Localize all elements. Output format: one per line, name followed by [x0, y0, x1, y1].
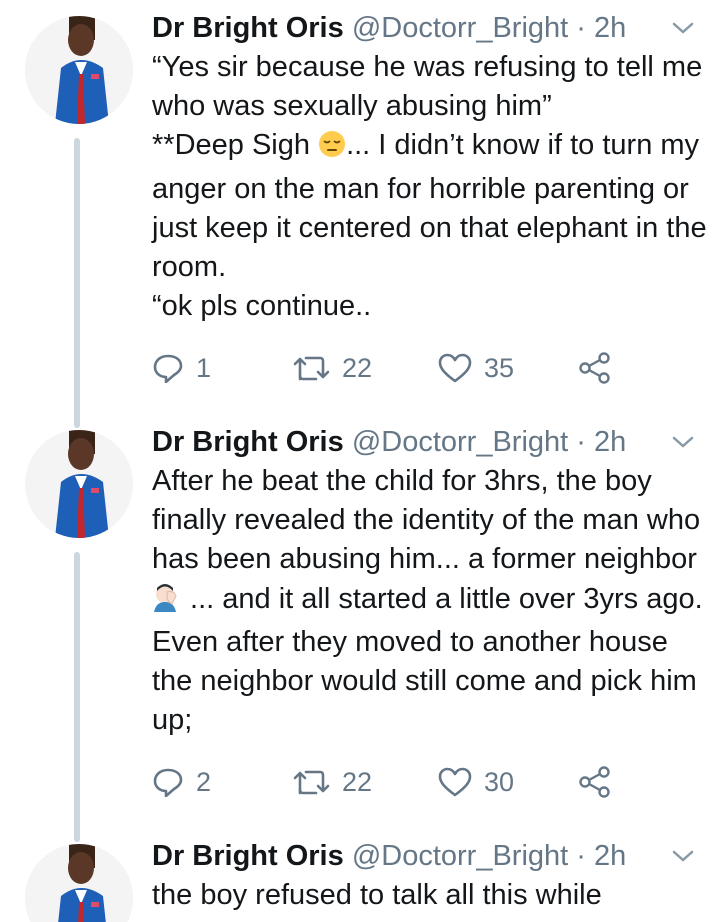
tweet[interactable]: Dr Bright Oris @Doctorr_Bright · 2h Afte…: [0, 422, 720, 822]
share-button[interactable]: [578, 348, 612, 388]
facepalm-icon: [152, 582, 182, 623]
timestamp[interactable]: 2h: [594, 840, 626, 872]
tweet-header: Dr Bright Oris @Doctorr_Bright · 2h: [152, 422, 626, 462]
tweet-header: Dr Bright Oris @Doctorr_Bright · 2h: [152, 8, 626, 48]
tweet-text: After he beat the child for 3hrs, the bo…: [152, 462, 707, 740]
reply-button[interactable]: 1: [152, 348, 211, 388]
retweet-icon: [293, 356, 330, 381]
avatar[interactable]: [25, 16, 133, 124]
share-icon: [579, 352, 610, 384]
reply-count: 2: [196, 766, 212, 797]
tweet[interactable]: Dr Bright Oris @Doctorr_Bright · 2h “Yes…: [0, 8, 720, 408]
tweet-text-part: ... and it all started a little over 3yr…: [152, 582, 711, 737]
tweet-text-part: After he beat the child for 3hrs, the bo…: [152, 465, 709, 576]
chevron-down-icon[interactable]: [670, 846, 696, 866]
author-handle[interactable]: @Doctorr_Bright: [352, 12, 568, 44]
author-name[interactable]: Dr Bright Oris: [152, 426, 344, 458]
chevron-down-icon[interactable]: [670, 432, 696, 452]
like-count: 35: [484, 352, 515, 383]
share-button[interactable]: [578, 762, 612, 802]
reply-icon: [153, 354, 183, 383]
reply-button[interactable]: 2: [152, 762, 211, 802]
share-icon: [579, 766, 610, 798]
avatar[interactable]: [25, 430, 133, 538]
tweet-header: Dr Bright Oris @Doctorr_Bright · 2h: [152, 836, 626, 876]
author-name[interactable]: Dr Bright Oris: [152, 840, 344, 872]
reply-icon: [153, 768, 183, 797]
tweet-actions: 1 22 35: [152, 348, 712, 388]
chevron-down-icon[interactable]: [670, 18, 696, 38]
author-handle[interactable]: @Doctorr_Bright: [352, 426, 568, 458]
heart-icon: [438, 767, 472, 797]
avatar[interactable]: [25, 844, 133, 922]
retweet-button[interactable]: 22: [292, 762, 372, 802]
tweet[interactable]: Dr Bright Oris @Doctorr_Bright · 2h the …: [0, 836, 720, 922]
author-handle[interactable]: @Doctorr_Bright: [352, 840, 568, 872]
timestamp[interactable]: 2h: [594, 12, 626, 44]
author-name[interactable]: Dr Bright Oris: [152, 12, 344, 44]
separator-dot: ·: [568, 12, 594, 44]
retweet-count: 22: [342, 766, 373, 797]
like-button[interactable]: 30: [438, 762, 514, 802]
reply-count: 1: [196, 352, 212, 383]
heart-icon: [438, 353, 472, 383]
retweet-icon: [293, 770, 330, 795]
tweet-actions: 2 22 30: [152, 762, 712, 802]
retweet-count: 22: [342, 352, 373, 383]
like-button[interactable]: 35: [438, 348, 514, 388]
retweet-button[interactable]: 22: [292, 348, 372, 388]
timestamp[interactable]: 2h: [594, 426, 626, 458]
tweet-text: the boy refused to talk all this while: [152, 876, 707, 915]
like-count: 30: [484, 766, 515, 797]
tweet-text-part: the boy refused to talk all this while: [152, 879, 602, 911]
relieved-face-icon: [318, 130, 346, 169]
tweet-text: “Yes sir because he was refusing to tell…: [152, 48, 707, 326]
separator-dot: ·: [568, 840, 594, 872]
separator-dot: ·: [568, 426, 594, 458]
